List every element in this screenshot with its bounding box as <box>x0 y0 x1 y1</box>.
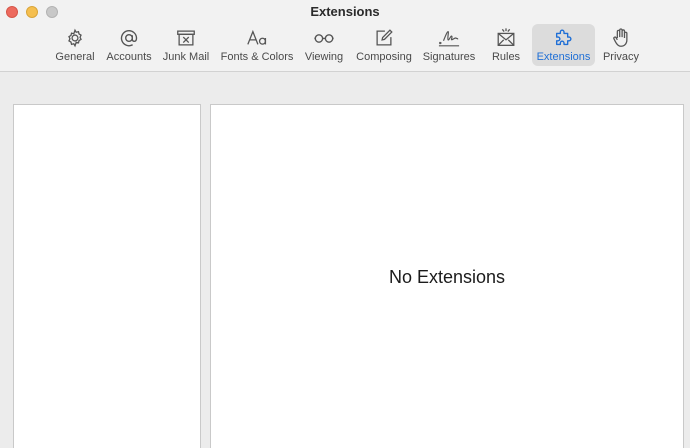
rules-icon <box>497 28 515 46</box>
tab-signatures[interactable]: Signatures <box>421 24 477 66</box>
preferences-toolbar: General Accounts Junk Mail Fonts & Color… <box>0 24 690 66</box>
window-title: Extensions <box>310 4 380 19</box>
fonts-icon <box>247 29 267 45</box>
tab-label: Accounts <box>106 51 152 63</box>
gear-icon <box>68 28 82 48</box>
hand-icon <box>613 28 628 47</box>
tab-junk-mail[interactable]: Junk Mail <box>160 24 212 66</box>
extensions-list[interactable] <box>13 104 201 448</box>
junk-mail-icon <box>177 30 195 46</box>
tab-fonts-colors[interactable]: Fonts & Colors <box>218 24 296 66</box>
tab-general[interactable]: General <box>52 24 98 66</box>
tab-label: Privacy <box>602 51 640 63</box>
tab-label: General <box>55 51 95 63</box>
tab-viewing[interactable]: Viewing <box>302 24 346 66</box>
tab-label: Composing <box>356 51 412 63</box>
puzzle-icon <box>555 29 572 46</box>
tab-composing[interactable]: Composing <box>352 24 416 66</box>
tab-privacy[interactable]: Privacy <box>600 24 642 66</box>
tab-label: Rules <box>491 51 521 63</box>
empty-state-message: No Extensions <box>388 267 506 287</box>
signature-icon <box>438 30 460 47</box>
compose-icon <box>376 29 393 46</box>
tab-accounts[interactable]: Accounts <box>104 24 154 66</box>
tab-label: Fonts & Colors <box>220 51 294 63</box>
tab-rules[interactable]: Rules <box>488 24 524 66</box>
extension-detail-pane: No Extensions <box>210 104 684 448</box>
tab-label: Junk Mail <box>162 51 210 63</box>
tab-label: Viewing <box>304 51 344 63</box>
tab-label: Signatures <box>422 51 476 63</box>
tab-label: Extensions <box>536 51 591 63</box>
at-sign-icon <box>120 30 138 47</box>
tab-extensions[interactable]: Extensions <box>532 24 595 66</box>
glasses-icon <box>314 34 334 43</box>
title-bar: Extensions General Accounts Junk Mail Fo… <box>0 0 690 72</box>
